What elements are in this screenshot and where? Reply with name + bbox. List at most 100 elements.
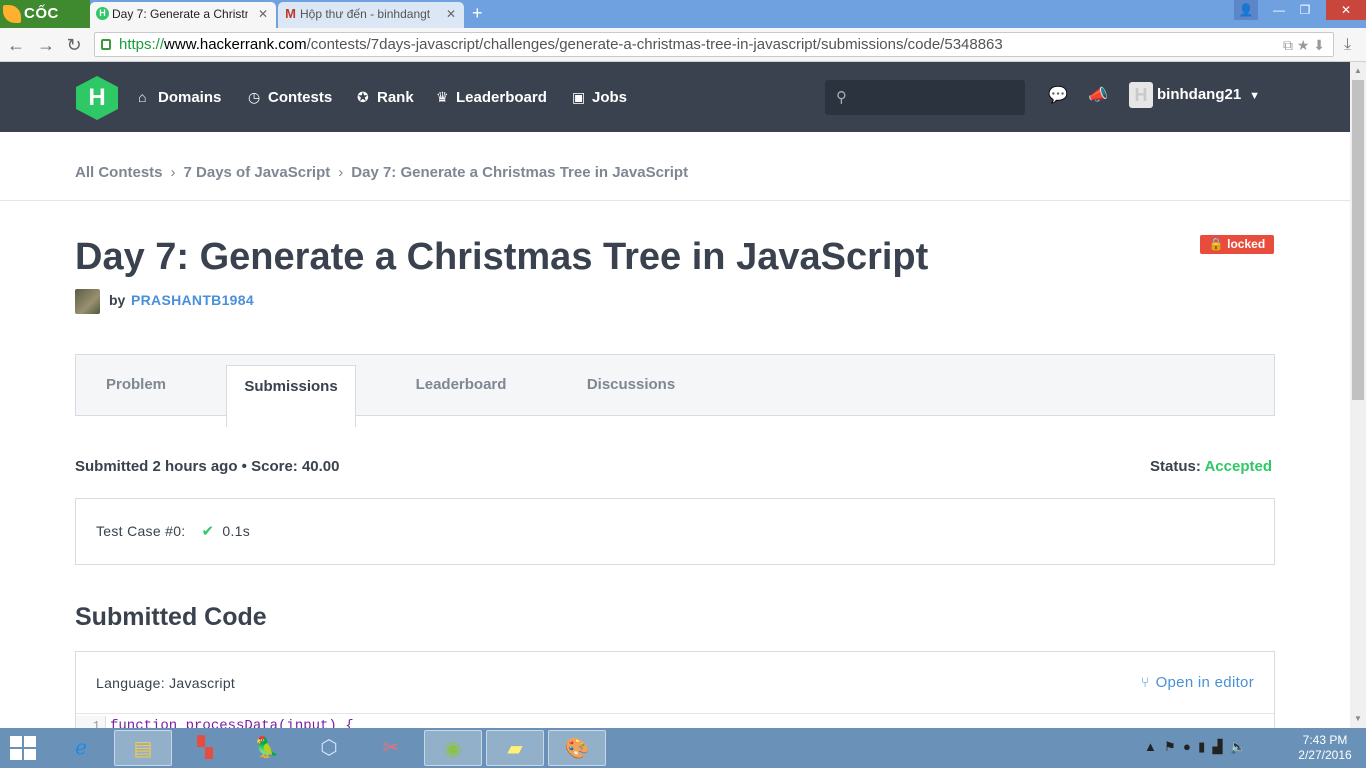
language-label: Language: Javascript — [96, 675, 236, 691]
challenge-tabs: Problem Submissions Leaderboard Discussi… — [75, 354, 1275, 427]
hackerrank-favicon-icon: H — [96, 7, 109, 20]
browser-tab-hackerrank[interactable]: H Day 7: Generate a Christm ✕ — [90, 2, 276, 28]
messages-icon[interactable]: 💬 — [1046, 84, 1070, 108]
tab-problem[interactable]: Problem — [76, 355, 196, 415]
breadcrumb: All Contests › 7 Days of JavaScript › Day 7:… — [75, 164, 688, 181]
submission-summary: Submitted 2 hours ago • Score: 40.00 — [75, 458, 340, 475]
clock-time: 7:43 PM — [1302, 733, 1348, 747]
chevron-right-icon: › — [338, 164, 344, 181]
browser-brand-logo[interactable]: CỐC CỐC — [0, 0, 90, 50]
status-label: Status: — [1150, 458, 1201, 475]
nav-label: Contests — [268, 89, 333, 106]
divider — [0, 200, 1350, 201]
bookmark-star-icon[interactable]: ⧉ ★ ⬇ — [1283, 34, 1325, 56]
show-hidden-icons-icon[interactable]: ▲ — [1144, 739, 1157, 754]
trophy-icon: ♛ — [436, 89, 449, 105]
file-explorer-icon[interactable]: ▤ — [114, 730, 172, 766]
git-fork-icon: ⑂ — [1140, 674, 1150, 690]
clock-icon: ◷ — [248, 89, 261, 105]
scroll-up-icon[interactable]: ▲ — [1350, 64, 1366, 78]
nav-label: Rank — [377, 89, 414, 106]
snipping-tool-icon[interactable]: ✂ — [362, 730, 420, 766]
tab-close-icon[interactable]: ✕ — [258, 2, 268, 26]
parrot-app-icon[interactable]: 🦜 — [238, 730, 296, 766]
tab-discussions[interactable]: Discussions — [576, 355, 686, 415]
nav-contests[interactable]: ◷ Contests — [248, 86, 332, 108]
by-label: by — [109, 292, 126, 308]
volume-icon[interactable]: 🔈 — [1230, 739, 1246, 754]
chevron-down-icon: ▼ — [1249, 90, 1261, 102]
power-icon[interactable]: ▮ — [1198, 739, 1205, 754]
hackerrank-logo[interactable]: H — [76, 76, 118, 120]
submitted-code-heading: Submitted Code — [75, 603, 267, 631]
breadcrumb-challenge[interactable]: Day 7: Generate a Christmas Tree in Java… — [351, 164, 688, 181]
download-icon[interactable]: ⤓ — [1344, 36, 1351, 54]
antivirus-icon[interactable]: ● — [1183, 739, 1191, 754]
locked-badge-label: locked — [1227, 237, 1266, 251]
breadcrumb-all-contests[interactable]: All Contests — [75, 164, 163, 181]
nav-jobs[interactable]: ▣ Jobs — [572, 86, 627, 108]
test-case-time: 0.1s — [222, 523, 251, 539]
gmail-favicon-icon: M — [285, 6, 296, 21]
reload-icon[interactable]: ↻ — [62, 33, 86, 57]
lock-icon — [101, 39, 111, 50]
nav-domains[interactable]: ⌂ Domains — [138, 86, 221, 108]
taskbar: ℯ ▤ ▚ 🦜 ⬡ ✂ ◉ ▰ 🎨 ▲ ⚑ ● ▮ ▟ 🔈 7:43 PM 2/… — [0, 728, 1366, 768]
nav-label: Domains — [158, 89, 222, 106]
browser-tab-gmail[interactable]: M Hộp thư đến - binhdangt ✕ — [278, 2, 464, 28]
scrollbar-thumb[interactable] — [1352, 80, 1364, 400]
search-input[interactable] — [858, 87, 1018, 109]
windows-logo-icon — [24, 736, 36, 747]
notifications-icon[interactable]: 📣 — [1086, 84, 1110, 108]
new-tab-button[interactable]: + — [472, 2, 490, 24]
paint-icon[interactable]: 🎨 — [548, 730, 606, 766]
taskbar-clock[interactable]: 7:43 PM 2/27/2016 — [1290, 733, 1360, 763]
clock-date: 2/27/2016 — [1298, 748, 1352, 762]
network-icon[interactable]: ▟ — [1212, 739, 1222, 754]
tab-submissions[interactable]: Submissions — [226, 365, 356, 427]
forward-arrow-icon[interactable]: → — [34, 33, 58, 57]
close-window-button[interactable]: ✕ — [1326, 0, 1366, 20]
checkmark-icon: ✔ — [201, 523, 215, 540]
tab-close-icon[interactable]: ✕ — [446, 2, 456, 26]
profile-icon[interactable]: 👤 — [1234, 0, 1258, 20]
code-panel-header: Language: Javascript ⑂ Open in editor — [76, 652, 1274, 714]
internet-explorer-icon[interactable]: ℯ — [52, 730, 110, 766]
search-icon: ⚲ — [836, 89, 847, 106]
locked-badge: 🔒 locked — [1200, 235, 1274, 254]
url-input[interactable]: https://www.hackerrank.com/contests/7day… — [94, 32, 1334, 57]
system-tray[interactable]: ▲ ⚑ ● ▮ ▟ 🔈 — [1144, 739, 1246, 755]
search-box: ⚲ — [825, 80, 1025, 115]
site-header: H ⌂ Domains ◷ Contests ✪ Rank ♛ Leaderboard … — [0, 62, 1350, 132]
status-badge: Accepted — [1204, 458, 1272, 475]
breadcrumb-contest[interactable]: 7 Days of JavaScript — [184, 164, 331, 181]
open-in-editor-link[interactable]: ⑂ Open in editor — [1141, 674, 1254, 691]
medal-icon: ✪ — [357, 89, 369, 105]
windows-start-button[interactable] — [10, 736, 38, 762]
scroll-down-icon[interactable]: ▼ — [1350, 712, 1366, 726]
back-arrow-icon[interactable]: ← — [4, 33, 28, 57]
nav-leaderboard[interactable]: ♛ Leaderboard — [436, 86, 547, 108]
user-menu[interactable]: Hbinhdang21 ▼ — [1129, 82, 1260, 110]
nav-rank[interactable]: ✪ Rank — [357, 86, 414, 108]
unikey-icon[interactable]: ▚ — [176, 730, 234, 766]
nav-label: Leaderboard — [456, 89, 547, 106]
author-avatar[interactable] — [75, 289, 100, 314]
virtualbox-icon[interactable]: ⬡ — [300, 730, 358, 766]
tab-title: Hộp thư đến - binhdangt — [300, 7, 431, 21]
page-title: Day 7: Generate a Christmas Tree in Java… — [75, 236, 929, 278]
minimize-button[interactable]: — — [1266, 0, 1292, 20]
flag-icon[interactable]: ⚑ — [1164, 739, 1176, 754]
url-domain: www.hackerrank.com — [164, 36, 307, 53]
tab-leaderboard[interactable]: Leaderboard — [406, 355, 516, 415]
author-link[interactable]: PRASHANTB1984 — [131, 292, 254, 308]
maximize-button[interactable]: ❐ — [1292, 0, 1318, 20]
address-bar-row: ← → ↻ https://www.hackerrank.com/contest… — [0, 28, 1366, 62]
submission-status: Status: Accepted — [1150, 458, 1272, 475]
open-in-editor-label: Open in editor — [1155, 674, 1254, 691]
test-case-row[interactable]: Test Case #0: ✔ 0.1s — [96, 522, 250, 540]
sticky-notes-icon[interactable]: ▰ — [486, 730, 544, 766]
avatar: H — [1129, 82, 1153, 109]
chevron-right-icon: › — [170, 164, 176, 181]
coccoc-browser-icon[interactable]: ◉ — [424, 730, 482, 766]
